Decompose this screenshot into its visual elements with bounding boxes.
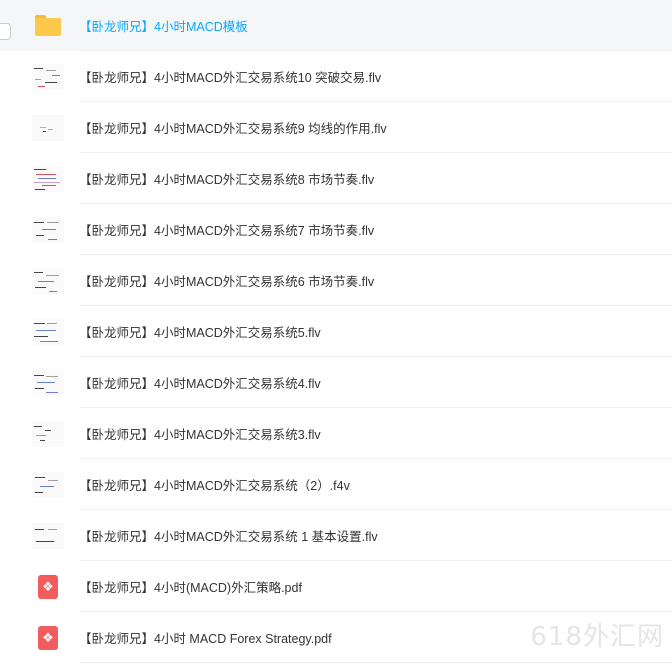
file-name[interactable]: 【卧龙师兄】4小时MACD外汇交易系统（2）.f4v — [79, 475, 350, 494]
video-thumbnail-icon — [32, 63, 64, 90]
video-thumbnail-icon — [32, 165, 64, 192]
file-row[interactable]: 【卧龙师兄】4小时MACD外汇交易系统5.flv — [0, 306, 672, 357]
file-row[interactable]: 【卧龙师兄】4小时MACD模板 — [0, 0, 672, 51]
file-name[interactable]: 【卧龙师兄】4小时MACD外汇交易系统4.flv — [79, 373, 321, 392]
file-name[interactable]: 【卧龙师兄】4小时MACD外汇交易系统7 市场节奏.flv — [79, 220, 374, 239]
video-thumbnail-icon — [32, 114, 64, 141]
file-row[interactable]: 【卧龙师兄】4小时MACD外汇交易系统 1 基本设置.flv — [0, 510, 672, 561]
pdf-icon: ❖ — [38, 625, 58, 650]
file-row[interactable]: 【卧龙师兄】4小时MACD外汇交易系统6 市场节奏.flv — [0, 255, 672, 306]
video-thumbnail-icon — [32, 267, 64, 294]
video-thumbnail-icon — [32, 522, 64, 549]
video-thumbnail-icon — [32, 471, 64, 498]
file-name[interactable]: 【卧龙师兄】4小时MACD模板 — [79, 16, 248, 35]
file-row[interactable]: 【卧龙师兄】4小时MACD外汇交易系统10 突破交易.flv — [0, 51, 672, 102]
file-name[interactable]: 【卧龙师兄】4小时MACD外汇交易系统3.flv — [79, 424, 321, 443]
file-name[interactable]: 【卧龙师兄】4小时MACD外汇交易系统10 突破交易.flv — [79, 67, 381, 86]
video-thumbnail-icon — [32, 420, 64, 447]
file-row[interactable]: 【卧龙师兄】4小时MACD外汇交易系统9 均线的作用.flv — [0, 102, 672, 153]
video-thumbnail-icon — [32, 369, 64, 396]
file-name[interactable]: 【卧龙师兄】4小时MACD外汇交易系统8 市场节奏.flv — [79, 169, 374, 188]
file-name[interactable]: 【卧龙师兄】4小时(MACD)外汇策略.pdf — [79, 577, 302, 596]
file-row[interactable]: 【卧龙师兄】4小时MACD外汇交易系统4.flv — [0, 357, 672, 408]
file-row[interactable]: 【卧龙师兄】4小时MACD外汇交易系统（2）.f4v — [0, 459, 672, 510]
file-name[interactable]: 【卧龙师兄】4小时 MACD Forex Strategy.pdf — [79, 628, 332, 647]
file-row[interactable]: 【卧龙师兄】4小时MACD外汇交易系统8 市场节奏.flv — [0, 153, 672, 204]
video-thumbnail-icon — [32, 216, 64, 243]
folder-icon — [35, 15, 61, 36]
watermark: 618外汇网 — [530, 622, 664, 652]
video-thumbnail-icon — [32, 318, 64, 345]
file-list: 【卧龙师兄】4小时MACD模板 【卧龙师兄】4小时MACD外汇交易系统10 突破… — [0, 0, 672, 663]
file-row[interactable]: ❖ 【卧龙师兄】4小时(MACD)外汇策略.pdf — [0, 561, 672, 612]
pdf-icon: ❖ — [38, 574, 58, 599]
file-row[interactable]: 【卧龙师兄】4小时MACD外汇交易系统7 市场节奏.flv — [0, 204, 672, 255]
file-name[interactable]: 【卧龙师兄】4小时MACD外汇交易系统6 市场节奏.flv — [79, 271, 374, 290]
file-name[interactable]: 【卧龙师兄】4小时MACD外汇交易系统5.flv — [79, 322, 321, 341]
file-name[interactable]: 【卧龙师兄】4小时MACD外汇交易系统9 均线的作用.flv — [79, 118, 387, 137]
file-row[interactable]: 【卧龙师兄】4小时MACD外汇交易系统3.flv — [0, 408, 672, 459]
row-checkbox[interactable] — [0, 23, 11, 40]
file-name[interactable]: 【卧龙师兄】4小时MACD外汇交易系统 1 基本设置.flv — [79, 526, 378, 545]
